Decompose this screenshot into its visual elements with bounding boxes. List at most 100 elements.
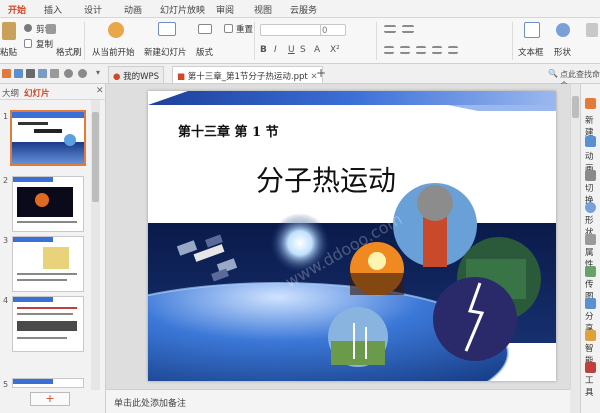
undo-icon[interactable] [64, 69, 73, 78]
tab-document[interactable]: ■ 第十三章_第1节分子热运动.ppt ✕ [172, 66, 323, 83]
slide-pane: 大纲 幻灯片 ✕ 1 2 3 4 5 + [0, 84, 106, 413]
align-right-icon[interactable] [416, 46, 426, 54]
copy-button[interactable]: 复制 [36, 38, 53, 50]
add-slide-button[interactable]: + [30, 392, 70, 406]
notes-area[interactable]: 单击此处添加备注 [106, 389, 570, 413]
tab-document-label: 第十三章_第1节分子热运动.ppt [187, 72, 308, 82]
chevron-down-icon[interactable]: ▾ [96, 68, 100, 77]
ribbon-toolbar: 粘贴 剪切 复制 格式刷 从当前开始 新建幻灯片 版式 重置 0 B I U S… [0, 18, 600, 64]
paste-button[interactable]: 粘贴 [0, 46, 17, 58]
properties-icon[interactable] [585, 234, 596, 245]
line-spacing-icon[interactable] [448, 46, 458, 54]
divider [254, 22, 255, 60]
reset-icon[interactable] [224, 24, 233, 33]
slide-number: 4 [3, 296, 9, 305]
slide-chapter-text[interactable]: 第十三章 第 1 节 [178, 121, 279, 140]
from-current-button[interactable]: 从当前开始 [92, 46, 135, 58]
copy-icon[interactable] [24, 39, 32, 48]
tab-design[interactable]: 设计 [84, 3, 102, 16]
editor-scrollbar[interactable] [570, 84, 580, 389]
transition-icon[interactable] [585, 170, 596, 181]
tab-slideshow[interactable]: 幻灯片放映 [160, 3, 205, 16]
textbox-button[interactable]: 文本框 [518, 46, 544, 58]
current-slide[interactable]: 第十三章 第 1 节 分子热运动 www.ddooo.com [148, 91, 556, 381]
play-from-current-icon[interactable] [108, 22, 124, 38]
share-icon[interactable] [585, 298, 596, 309]
tab-review[interactable]: 审阅 [216, 3, 234, 16]
slide-thumbnail-1[interactable] [10, 110, 86, 166]
format-painter-button[interactable]: 格式刷 [56, 46, 82, 58]
tab-animation[interactable]: 动画 [124, 3, 142, 16]
tab-slides[interactable]: 幻灯片 [24, 87, 50, 99]
right-new[interactable]: 新建 [585, 114, 600, 138]
align-center-icon[interactable] [400, 46, 410, 54]
tab-cloud[interactable]: 云服务 [290, 3, 317, 16]
cut-icon[interactable] [24, 24, 32, 32]
font-size-value: 0 [322, 26, 328, 36]
paste-icon[interactable] [2, 22, 16, 40]
save-icon[interactable] [26, 69, 35, 78]
tab-home[interactable]: 开始 [5, 3, 29, 21]
slide-number: 1 [3, 112, 9, 121]
pane-tabs: 大纲 幻灯片 ✕ [0, 84, 106, 100]
new-file-icon[interactable] [14, 69, 23, 78]
underline-button[interactable]: U [288, 45, 295, 55]
tab-outline[interactable]: 大纲 [2, 87, 19, 99]
new-icon[interactable] [585, 98, 596, 109]
justify-icon[interactable] [432, 46, 442, 54]
shape-button[interactable]: 形状 [554, 46, 571, 58]
print-icon[interactable] [38, 69, 47, 78]
shape-icon[interactable] [556, 23, 570, 37]
divider [512, 22, 513, 60]
divider [376, 22, 377, 60]
italic-button[interactable]: I [274, 45, 277, 55]
slide-title[interactable]: 分子热运动 [256, 159, 396, 199]
bold-button[interactable]: B [260, 45, 267, 55]
animation-icon[interactable] [585, 136, 596, 147]
tab-view[interactable]: 视图 [254, 3, 272, 16]
slide-thumbnail-3[interactable] [12, 236, 84, 292]
reset-button[interactable]: 重置 [236, 23, 253, 35]
redo-icon[interactable] [78, 69, 87, 78]
slide-number: 2 [3, 176, 9, 185]
ribbon-tab-bar: 开始 插入 设计 动画 幻灯片放映 审阅 视图 云服务 [0, 0, 600, 21]
wps-logo-icon: ● [113, 72, 121, 82]
superscript-button[interactable]: X² [330, 45, 340, 55]
bullet-list-icon[interactable] [384, 25, 396, 33]
shape-icon[interactable] [585, 202, 596, 213]
textbox-icon[interactable] [524, 22, 540, 38]
divider [84, 22, 85, 60]
font-color-button[interactable]: A [314, 45, 320, 55]
slide-thumbnail-2[interactable] [12, 176, 84, 232]
right-tools[interactable]: 工具 [585, 374, 600, 398]
slide-number: 3 [3, 236, 9, 245]
slide-thumbnail-4[interactable] [12, 296, 84, 352]
align-left-icon[interactable] [384, 46, 394, 54]
layout-button[interactable]: 版式 [196, 46, 213, 58]
slide-thumbnail-5[interactable] [12, 378, 84, 388]
strike-button[interactable]: S [300, 45, 306, 55]
smart-icon[interactable] [585, 330, 596, 341]
slide-number: 5 [3, 380, 9, 389]
image-icon[interactable] [585, 266, 596, 277]
preview-icon[interactable] [50, 69, 59, 78]
format-painter-icon[interactable] [46, 24, 56, 34]
layout-icon[interactable] [198, 24, 212, 34]
slide-pane-scrollbar[interactable] [91, 100, 100, 390]
notes-placeholder: 单击此处添加备注 [114, 399, 187, 409]
close-pane-icon[interactable]: ✕ [96, 86, 104, 96]
tab-my-wps[interactable]: ● 我的WPS [108, 66, 165, 83]
slide-editor: 第十三章 第 1 节 分子热运动 www.ddooo.com [106, 84, 570, 389]
tab-my-wps-label: 我的WPS [123, 72, 160, 82]
new-slide-button[interactable]: 新建幻灯片 [144, 46, 187, 58]
tools-icon[interactable] [585, 362, 596, 373]
quick-access-bar: ▾ ● 我的WPS ■ 第十三章_第1节分子热运动.ppt ✕ + 🔍 点此查找… [0, 64, 600, 90]
arrange-icon[interactable] [586, 23, 598, 37]
add-tab-icon[interactable]: + [316, 66, 326, 80]
menu-icon[interactable] [2, 69, 11, 78]
numbered-list-icon[interactable] [402, 25, 414, 33]
tab-insert[interactable]: 插入 [44, 3, 62, 16]
search-icon[interactable]: 🔍 [548, 69, 558, 78]
new-slide-icon[interactable] [158, 22, 176, 36]
right-task-pane: 新建 动画 切换 形状 属性 传图 分享 智能 工具 [580, 84, 600, 413]
